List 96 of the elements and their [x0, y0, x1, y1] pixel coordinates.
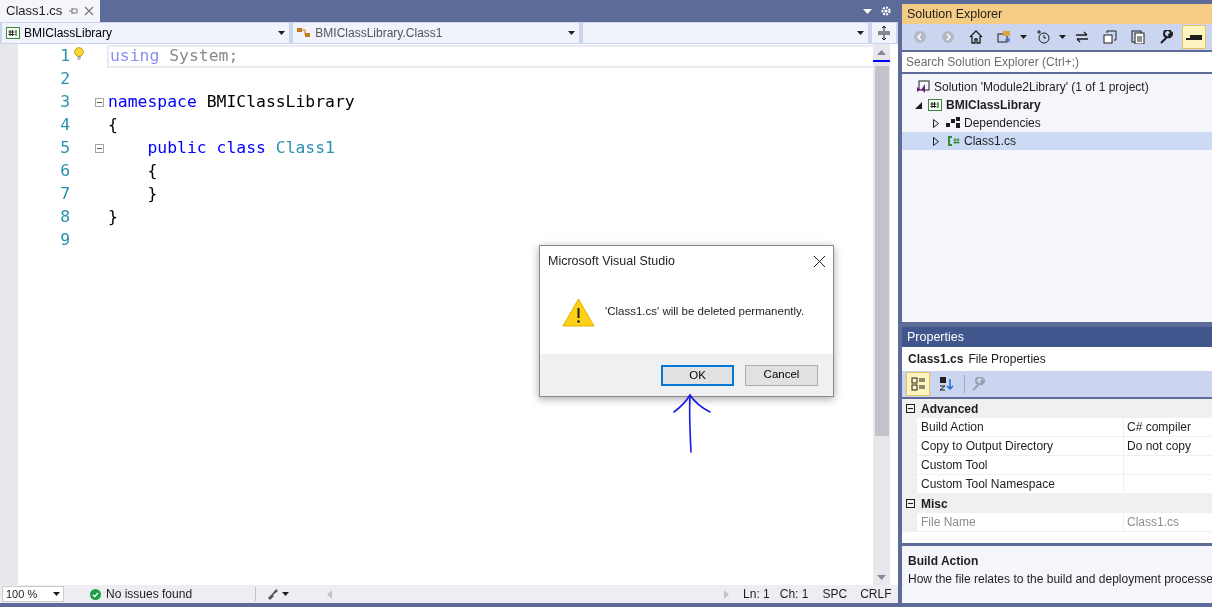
caret-icon	[857, 31, 865, 35]
pin-icon[interactable]	[68, 6, 79, 16]
column-position[interactable]: Ch: 1	[779, 585, 809, 603]
csharp-project-icon	[928, 99, 942, 111]
caret-icon	[278, 31, 286, 35]
whitespace-mode[interactable]: SPC	[822, 585, 848, 603]
collapsed-icon[interactable]	[933, 118, 939, 128]
panel-title: Solution Explorer	[902, 4, 1212, 24]
line-number: 3	[59, 91, 70, 114]
caret-icon	[282, 592, 290, 596]
collapse-icon[interactable]	[906, 499, 915, 508]
line-position[interactable]: Ln: 1	[743, 585, 770, 603]
pending-changes-icon	[1036, 30, 1050, 44]
dropdown-caret-icon	[1020, 35, 1027, 39]
switch-views-icon	[997, 30, 1011, 44]
back-icon	[913, 30, 927, 44]
type-dropdown[interactable]: BMIClassLibrary.Class1	[293, 23, 579, 43]
warning-icon	[562, 297, 595, 327]
split-window-button[interactable]	[872, 23, 896, 43]
dialog-button[interactable]: OK	[661, 364, 734, 386]
dialog-message: 'Class1.cs' will be deleted permanently.	[605, 304, 805, 320]
csharp-project-icon	[6, 27, 20, 39]
check-icon	[90, 588, 101, 600]
line-number: 8	[59, 206, 70, 229]
search-field[interactable]: Search Solution Explorer (Ctrl+;)	[902, 52, 1212, 72]
lightbulb-icon[interactable]	[74, 47, 84, 61]
collapsed-icon[interactable]	[933, 136, 939, 146]
collapse-icon[interactable]	[906, 404, 915, 413]
code-line: using System;	[107, 45, 873, 68]
category-label: Misc	[921, 495, 948, 513]
sync-icon	[1075, 30, 1089, 44]
categorized-icon	[910, 377, 926, 391]
property-name: Copy to Output Directory	[917, 437, 1123, 456]
code-line: }	[146, 183, 159, 206]
property-value[interactable]: C# compiler	[1124, 418, 1212, 437]
dependencies-icon	[946, 117, 960, 129]
code-line: {	[107, 114, 119, 137]
description-text: How the file relates to the build and deployment processe	[908, 571, 1212, 588]
dropdown-caret-icon	[1059, 35, 1066, 39]
preview-button[interactable]	[1182, 25, 1206, 49]
preview-icon	[1186, 33, 1202, 41]
issues-status[interactable]: No issues found	[106, 585, 193, 603]
tree-item[interactable]: Class1.cs	[902, 132, 1212, 150]
collapse-icon[interactable]	[95, 98, 104, 107]
split-icon	[878, 26, 890, 40]
property-name: Build Action	[917, 418, 1123, 437]
property-name: Custom Tool	[917, 456, 1123, 475]
scroll-down-icon[interactable]	[877, 575, 886, 580]
expanded-icon[interactable]	[914, 101, 922, 109]
panel-title: Properties	[902, 327, 1212, 347]
object-type: File Properties	[968, 351, 1046, 368]
properties-icon	[1159, 30, 1173, 44]
code-line: public class Class1	[146, 137, 336, 160]
line-number: 4	[59, 114, 70, 137]
code-line: {	[146, 160, 159, 183]
show-all-files-icon	[1131, 30, 1145, 44]
dialog-button[interactable]: Cancel	[745, 364, 818, 386]
line-number: 1	[59, 45, 70, 68]
line-number: 7	[59, 183, 70, 206]
caret-icon	[567, 31, 575, 35]
home-icon	[969, 30, 983, 44]
scroll-up-icon[interactable]	[877, 50, 886, 55]
alphabetical-icon	[938, 377, 954, 391]
forward-icon	[941, 30, 955, 44]
description-title: Build Action	[908, 553, 980, 570]
line-number: 6	[59, 160, 70, 183]
caret-icon	[53, 592, 60, 596]
hand-drawn-arrow	[672, 392, 712, 454]
scroll-thumb[interactable]	[874, 66, 889, 436]
tree-item[interactable]: BMIClassLibrary	[902, 96, 1212, 114]
code-line: namespace BMIClassLibrary	[107, 91, 356, 114]
zoom-dropdown[interactable]: 100 %	[2, 586, 64, 602]
line-ending-mode[interactable]: CRLF	[860, 585, 892, 603]
close-icon[interactable]	[814, 255, 825, 267]
category-label: Advanced	[921, 400, 979, 418]
solution-icon	[916, 80, 930, 94]
brush-icon[interactable]	[266, 588, 279, 600]
tab-list-icon[interactable]	[863, 8, 872, 14]
tree-item[interactable]: Dependencies	[902, 114, 1212, 132]
settings-icon[interactable]	[880, 5, 892, 17]
collapse-icon[interactable]	[95, 144, 104, 153]
property-name: Custom Tool Namespace	[917, 475, 1123, 494]
collapse-all-icon	[1103, 30, 1117, 44]
editor-tab[interactable]: Class1.cs	[0, 0, 101, 22]
property-value[interactable]: Do not copy	[1124, 437, 1212, 456]
tree-item[interactable]: Solution 'Module2Library' (1 of 1 project)	[902, 78, 1212, 96]
line-number: 2	[59, 68, 70, 91]
project-dropdown[interactable]: BMIClassLibrary	[2, 23, 290, 43]
property-name: File Name	[917, 513, 1123, 532]
dialog-title: Microsoft Visual Studio	[548, 252, 675, 270]
class-icon	[297, 27, 312, 39]
object-name: Class1.cs	[908, 351, 964, 368]
line-number: 5	[59, 137, 70, 160]
csharp-file-icon	[946, 135, 960, 147]
line-number: 9	[59, 229, 70, 252]
code-line: }	[107, 206, 119, 229]
